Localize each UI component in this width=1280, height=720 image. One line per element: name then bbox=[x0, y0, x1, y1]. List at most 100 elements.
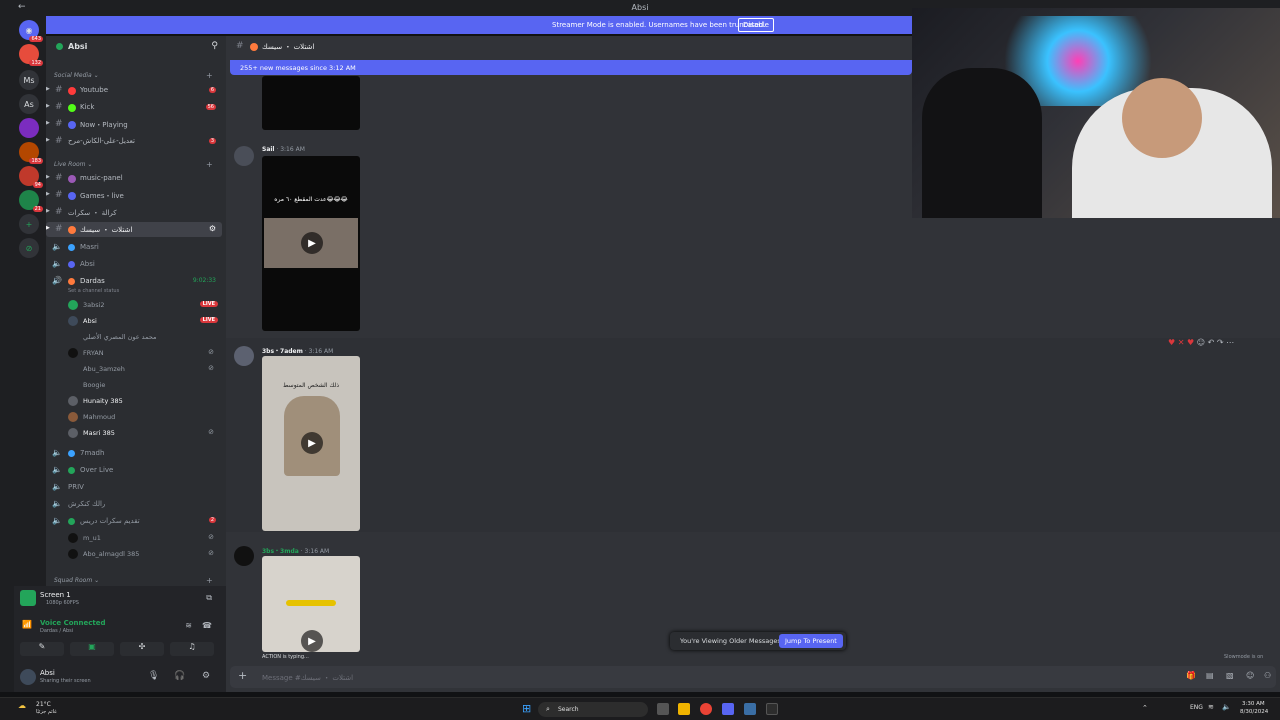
server-icon[interactable]: 21 bbox=[19, 190, 43, 212]
person-face bbox=[1122, 78, 1202, 158]
soundboard-button[interactable]: ♫ bbox=[170, 642, 214, 656]
channel-now-playing[interactable]: ▶ # Now・Playing bbox=[46, 117, 222, 132]
language-indicator[interactable]: ENG bbox=[1190, 704, 1203, 711]
server-icon[interactable]: Ms bbox=[19, 70, 39, 90]
clock-date[interactable]: 8/30/2024 bbox=[1240, 709, 1268, 715]
file-explorer-icon[interactable] bbox=[678, 703, 690, 715]
steam-icon[interactable] bbox=[744, 703, 756, 715]
voice-channel-7madh[interactable]: 🔈 7madh bbox=[52, 446, 222, 461]
user-panel: Absi Sharing their screen 🎙 🎧 ⚙ bbox=[14, 664, 226, 692]
message-input[interactable]: Message #اشتلات ・ سيسك bbox=[262, 673, 353, 683]
category-social-media[interactable]: Social Media ⌄ + bbox=[54, 71, 213, 80]
voice-user[interactable]: Mahmoud bbox=[68, 410, 218, 425]
gif-icon[interactable]: ▤ bbox=[1206, 671, 1214, 680]
voice-user[interactable]: FRYAN ⊘ bbox=[68, 346, 218, 361]
video-button[interactable]: ✎ bbox=[20, 642, 64, 656]
channel-clips-active[interactable]: ▶ # اشتلات ・ سيسك ⚙ bbox=[46, 222, 222, 237]
voice-user[interactable]: Abu_3amzeh ⊘ bbox=[68, 362, 218, 377]
noise-suppression-icon[interactable]: ≋ bbox=[185, 621, 192, 630]
explore-icon[interactable]: ⊘ bbox=[19, 238, 39, 258]
disable-streamer-mode-button[interactable]: Disable bbox=[738, 18, 774, 32]
channel-status-prompt[interactable]: Set a channel status bbox=[68, 288, 119, 294]
avatar[interactable] bbox=[234, 146, 254, 166]
add-attachment-icon[interactable]: + bbox=[238, 669, 247, 682]
channel-youtube[interactable]: ▶ # Youtube 6 bbox=[46, 83, 222, 98]
home-icon[interactable]: ◉ 643 bbox=[19, 20, 43, 42]
emoji-icon[interactable]: ☺ bbox=[1246, 671, 1254, 680]
video-attachment[interactable]: عدت المقطع ٦٠ مره😂😂😂 ▶ bbox=[262, 156, 360, 331]
video-attachment[interactable]: ذلك الشخص المتوسط ▶ bbox=[262, 356, 360, 531]
voice-user[interactable]: m_u1 ⊘ bbox=[68, 531, 218, 546]
new-messages-bar[interactable]: 255+ new messages since 3:12 AM bbox=[230, 60, 912, 75]
add-server-icon[interactable]: + bbox=[19, 214, 39, 234]
weather-temp[interactable]: 21°C bbox=[36, 701, 51, 708]
wifi-icon[interactable]: ≋ bbox=[1208, 703, 1214, 711]
voice-user[interactable]: Abo_almagdl 385 ⊘ bbox=[68, 547, 218, 562]
chrome-icon[interactable] bbox=[700, 703, 712, 715]
voice-channel-dardas[interactable]: 🔊 Dardas 9:02:33 bbox=[52, 274, 222, 289]
headphones-icon[interactable]: 🎧 bbox=[174, 671, 185, 681]
activities-button[interactable]: ✣ bbox=[120, 642, 164, 656]
avatar[interactable] bbox=[20, 669, 36, 685]
voice-user[interactable]: محمد عون المصري الأصلي bbox=[68, 330, 218, 345]
voice-user[interactable]: 3absi2 LIVE bbox=[68, 298, 218, 313]
voice-connected-label[interactable]: Voice Connected bbox=[40, 619, 106, 627]
category-live-room[interactable]: Live Room ⌄ + bbox=[54, 160, 213, 169]
channel-music-panel[interactable]: ▶ # music-panel bbox=[46, 171, 222, 186]
channel-edits[interactable]: ▶ # تعديل-على-الكاش-مرح 3 bbox=[46, 134, 222, 149]
add-member-icon[interactable]: ⚲ bbox=[211, 41, 218, 51]
server-icon[interactable]: 94 bbox=[19, 166, 43, 188]
voice-channel-absi[interactable]: 🔈 Absi bbox=[52, 257, 222, 272]
signal-icon[interactable]: 📶 bbox=[22, 620, 32, 629]
user-settings-icon[interactable]: ⚙ bbox=[202, 671, 210, 681]
voice-channel-over-live[interactable]: 🔈 Over Live bbox=[52, 463, 222, 478]
avatar[interactable] bbox=[234, 346, 254, 366]
taskbar-search[interactable]: ⌕ Search bbox=[538, 702, 648, 717]
screen-popout-icon[interactable]: ⧉ bbox=[206, 593, 212, 603]
guild-header[interactable]: Absi ⚲ bbox=[46, 36, 226, 58]
volume-icon[interactable]: 🔈 bbox=[1222, 703, 1231, 711]
avatar[interactable] bbox=[234, 546, 254, 566]
voice-channel-masri[interactable]: 🔈 Masri bbox=[52, 240, 222, 255]
voice-channel-priv[interactable]: 🔈 PRIV bbox=[52, 480, 222, 495]
discord-icon[interactable] bbox=[722, 703, 734, 715]
gift-icon[interactable]: 🎁 bbox=[1186, 671, 1196, 680]
voice-user[interactable]: Masri 385 ⊘ bbox=[68, 426, 218, 441]
apps-icon[interactable]: ⚇ bbox=[1264, 671, 1271, 680]
video-attachment[interactable]: ▶ bbox=[262, 556, 360, 652]
channel-kick[interactable]: ▶ # Kick 56 bbox=[46, 100, 222, 115]
screen-title: Screen 1 bbox=[40, 591, 71, 599]
server-icon[interactable] bbox=[19, 118, 39, 138]
server-icon[interactable]: As bbox=[19, 94, 39, 114]
voice-user[interactable]: Hunaity 385 bbox=[68, 394, 218, 409]
voice-user[interactable]: Boogie bbox=[68, 378, 218, 393]
server-icon[interactable]: 132 bbox=[19, 44, 43, 66]
voice-channel[interactable]: 🔈 رالك كنكرش bbox=[52, 497, 222, 512]
weather-icon[interactable]: ☁ bbox=[18, 701, 26, 710]
category-squad-room[interactable]: Squad Room ⌄ + bbox=[54, 576, 213, 585]
channel-games-live[interactable]: ▶ # Games・live bbox=[46, 188, 222, 203]
server-icon[interactable]: 183 bbox=[19, 142, 43, 164]
guild-name: Absi bbox=[68, 42, 88, 51]
microphone-icon[interactable]: 🎙 bbox=[148, 671, 159, 681]
play-icon[interactable]: ▶ bbox=[301, 630, 323, 652]
message-time: 3:16 AM bbox=[280, 146, 305, 153]
play-icon[interactable]: ▶ bbox=[301, 432, 323, 454]
jump-to-present-button[interactable]: Jump To Present bbox=[779, 634, 843, 648]
task-view-icon[interactable] bbox=[657, 703, 669, 715]
youtube-icon bbox=[68, 87, 76, 95]
share-screen-button[interactable]: ▣ bbox=[70, 642, 114, 656]
video-attachment[interactable] bbox=[262, 76, 360, 130]
app-icon[interactable] bbox=[766, 703, 778, 715]
start-icon[interactable]: ⊞ bbox=[522, 702, 531, 715]
tray-expand-icon[interactable]: ⌃ bbox=[1142, 704, 1148, 712]
sticker-icon[interactable]: ▧ bbox=[1226, 671, 1234, 680]
disconnect-icon[interactable]: ☎ bbox=[202, 621, 212, 630]
play-icon[interactable]: ▶ bbox=[301, 232, 323, 254]
message-actions[interactable]: ♥ ✕ ♥ ☺ ↶ ↷ ⋯ bbox=[1168, 338, 1234, 347]
clock-time[interactable]: 3:30 AM bbox=[1242, 701, 1265, 707]
voice-channel[interactable]: 🔈 تقديم سكرات دريس 2 bbox=[52, 514, 222, 529]
message-composer[interactable]: + Message #اشتلات ・ سيسك 🎁 ▤ ▧ ☺ ⚇ bbox=[230, 666, 1276, 688]
voice-user[interactable]: Absi LIVE bbox=[68, 314, 218, 329]
channel-screenshots[interactable]: ▶ # كرالة ・ سكرات bbox=[46, 205, 222, 220]
